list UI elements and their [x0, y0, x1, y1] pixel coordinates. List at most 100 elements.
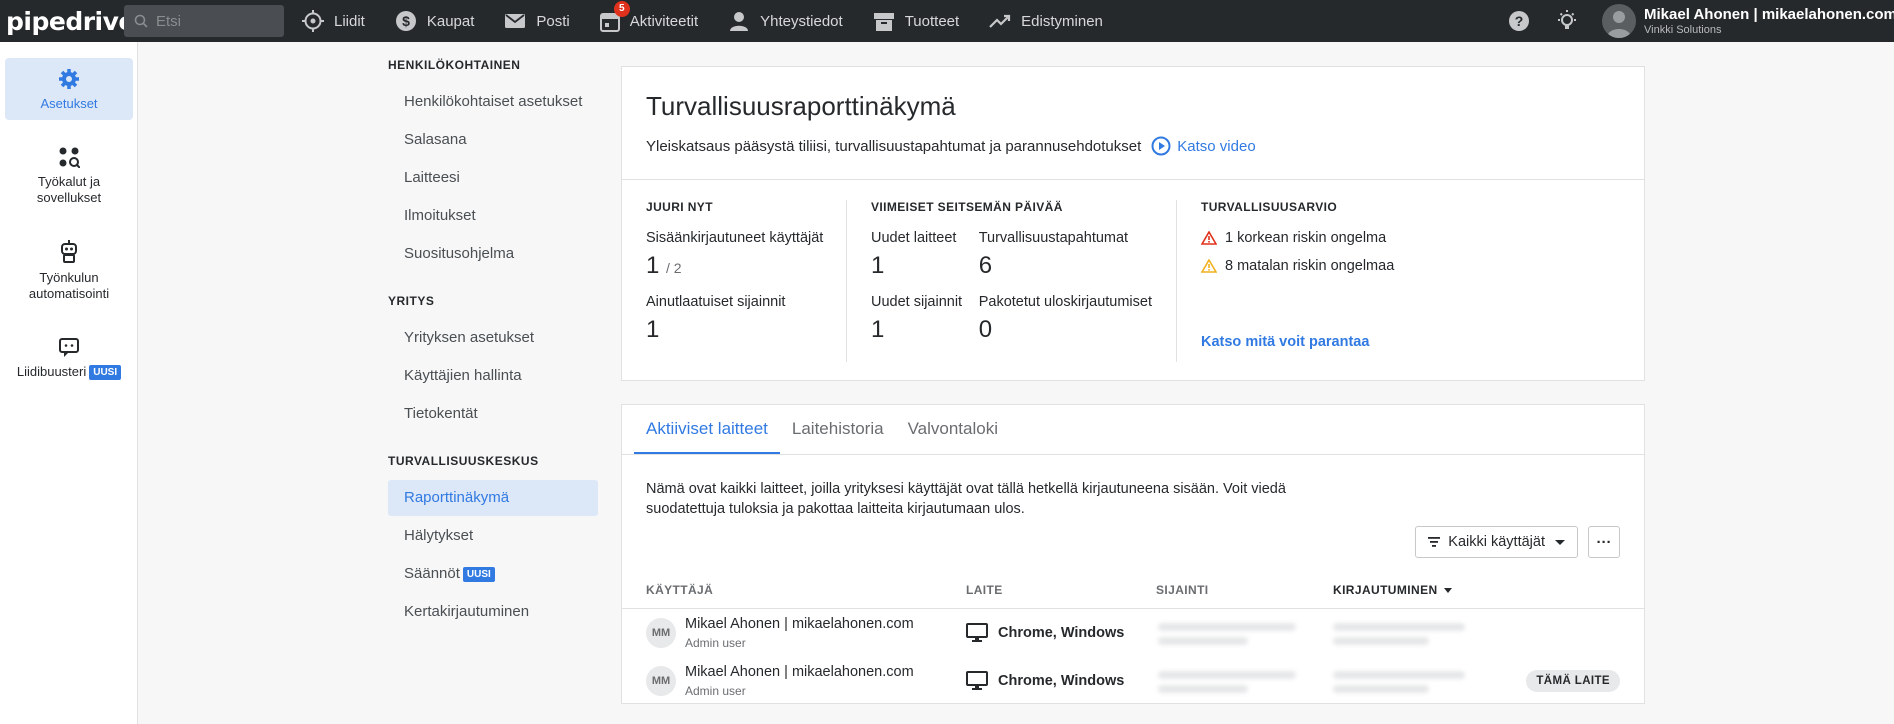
nav-progress[interactable]: Edistyminen — [989, 0, 1103, 42]
user-menu[interactable]: Mikael Ahonen | mikaelahonen.com Vinkki … — [1644, 6, 1894, 36]
user-filter-dropdown[interactable]: Kaikki käyttäjät — [1415, 526, 1578, 558]
menu-item-notifications[interactable]: Ilmoitukset — [388, 198, 598, 234]
rail-item-label: Työkalut ja sovellukset — [36, 174, 102, 205]
page-title: Turvallisuusraporttinäkymä — [646, 91, 956, 121]
low-risk-item[interactable]: 8 matalan riskin ongelmaa — [1201, 258, 1613, 274]
search-input[interactable]: Etsi — [124, 5, 284, 37]
chat-icon — [59, 338, 79, 357]
stat-label: Ainutlaatuiset sijainnit — [646, 294, 786, 310]
stat-label: Uudet sijainnit — [871, 294, 963, 310]
settings-menu: HENKILÖKOHTAINEN Henkilökohtaiset asetuk… — [388, 58, 598, 632]
nav-activities-label: Aktiviteetit — [629, 12, 699, 30]
column-user[interactable]: KÄYTTÄJÄ — [646, 583, 713, 597]
nav-activities[interactable]: 5 Aktiviteetit — [599, 0, 699, 42]
activities-badge: 5 — [613, 1, 630, 17]
stat-value: 6 — [978, 252, 993, 279]
stat-value: 0 — [978, 316, 993, 343]
warning-red-icon — [1201, 231, 1217, 245]
dollar-icon: $ — [395, 11, 416, 31]
rail-item-settings[interactable]: Asetukset — [5, 58, 133, 120]
stats-last-seven-days: VIIMEISET SEITSEMÄN PÄIVÄÄ Uudet laittee… — [847, 200, 1177, 362]
nav-leads-label: Liidit — [334, 12, 365, 30]
search-icon — [134, 14, 148, 28]
security-overview-card: Turvallisuusraporttinäkymä Yleiskatsaus … — [621, 66, 1645, 381]
stat-label: Sisäänkirjautuneet käyttäjät — [646, 230, 824, 246]
column-location[interactable]: SIJAINTI — [1156, 583, 1209, 597]
location-blurred — [1158, 637, 1248, 645]
table-row: MM Mikael Ahonen | mikaelahonen.com Admi… — [622, 657, 1644, 705]
nav-progress-label: Edistyminen — [1021, 12, 1103, 30]
menu-section-personal: HENKILÖKOHTAINEN — [388, 58, 521, 72]
menu-item-devices[interactable]: Laitteesi — [388, 160, 598, 196]
login-blurred — [1333, 685, 1429, 693]
security-rating: TURVALLISUUSARVIO 1 korkean riskin ongel… — [1177, 200, 1637, 380]
nav-products[interactable]: Tuotteet — [873, 0, 959, 42]
target-icon — [302, 10, 324, 32]
top-navigation-bar: pipedrive Etsi Liidit $ Kaupat Posti 5 A… — [0, 0, 1894, 42]
menu-item-personal-settings[interactable]: Henkilökohtaiset asetukset — [388, 84, 598, 120]
user-avatar[interactable] — [1602, 4, 1636, 38]
high-risk-item[interactable]: 1 korkean riskin ongelma — [1201, 230, 1613, 246]
rail-item-automation[interactable]: Työnkulun automatisointi — [5, 230, 133, 310]
menu-item-company-settings[interactable]: Yrityksen asetukset — [388, 320, 598, 356]
stat-value: 1 — [646, 316, 660, 343]
nav-deals[interactable]: $ Kaupat — [395, 0, 474, 42]
left-rail: Asetukset Työkalut ja sovellukset Työnku… — [0, 42, 138, 724]
avatar: MM — [646, 618, 676, 648]
sort-desc-icon — [1443, 588, 1452, 593]
rail-item-label: Asetukset — [40, 96, 98, 111]
menu-item-referral[interactable]: Suositusohjelma — [388, 236, 598, 272]
devices-description: Nämä ovat kaikki laitteet, joilla yrityk… — [646, 481, 1286, 517]
stat-total: / 2 — [666, 260, 682, 276]
device-cell: Chrome, Windows — [966, 623, 1124, 643]
stat-label: Turvallisuustapahtumat — [978, 230, 1129, 246]
improve-link[interactable]: Katso mitä voit parantaa — [1201, 334, 1613, 350]
help-icon[interactable]: ? — [1506, 8, 1532, 34]
watch-video-link[interactable]: Katso video — [1151, 136, 1256, 156]
nav-leads[interactable]: Liidit — [302, 0, 365, 42]
stats-heading: JUURI NYT — [646, 200, 713, 214]
menu-item-report-view[interactable]: Raporttinäkymä — [388, 480, 598, 516]
pipedrive-logo[interactable]: pipedrive — [6, 7, 135, 36]
nav-mail[interactable]: Posti — [504, 0, 570, 42]
table-row: MM Mikael Ahonen | mikaelahonen.com Admi… — [622, 609, 1644, 657]
stats-right-now: JUURI NYT Sisäänkirjautuneet käyttäjät 1… — [622, 200, 847, 362]
user-name: Mikael Ahonen | mikaelahonen.com — [685, 664, 914, 680]
tab-device-history[interactable]: Laitehistoria — [780, 405, 896, 454]
menu-item-sso[interactable]: Kertakirjautuminen — [388, 594, 598, 630]
monitor-icon — [966, 623, 988, 642]
avatar: MM — [646, 666, 676, 696]
location-blurred — [1158, 685, 1248, 693]
more-options-button[interactable]: ··· — [1588, 526, 1620, 558]
warning-yellow-icon — [1201, 259, 1217, 273]
rail-item-tools[interactable]: Työkalut ja sovellukset — [5, 136, 133, 214]
location-blurred — [1158, 671, 1296, 679]
user-company: Vinkki Solutions — [1644, 24, 1722, 36]
mail-icon — [505, 14, 526, 28]
menu-section-company: YRITYS — [388, 294, 435, 308]
monitor-icon — [966, 671, 988, 690]
nav-contacts[interactable]: Yhteystiedot — [728, 0, 843, 42]
stat-label: Uudet laitteet — [871, 230, 957, 246]
rail-item-label: Liidibuusteri — [16, 364, 87, 379]
tab-audit-log[interactable]: Valvontaloki — [896, 405, 1010, 454]
stats-heading: TURVALLISUUSARVIO — [1201, 200, 1338, 214]
lightbulb-icon[interactable] — [1554, 8, 1580, 34]
user-name: Mikael Ahonen | mikaelahonen.com — [1644, 6, 1894, 23]
menu-item-rules[interactable]: Säännöt UUSI — [388, 556, 598, 592]
stat-value: 1 — [646, 252, 660, 279]
column-device[interactable]: LAITE — [966, 583, 1003, 597]
tools-icon — [59, 147, 80, 168]
menu-item-user-management[interactable]: Käyttäjien hallinta — [388, 358, 598, 394]
box-icon — [873, 13, 894, 31]
column-login[interactable]: KIRJAUTUMINEN — [1333, 583, 1452, 597]
menu-item-data-fields[interactable]: Tietokentät — [388, 396, 598, 432]
rail-item-label: Työnkulun automatisointi — [28, 270, 110, 301]
devices-card: Aktiiviset laitteet Laitehistoria Valvon… — [621, 404, 1645, 704]
tab-active-devices[interactable]: Aktiiviset laitteet — [634, 405, 780, 454]
menu-item-password[interactable]: Salasana — [388, 122, 598, 158]
device-cell: Chrome, Windows — [966, 671, 1124, 691]
rail-item-leadbooster[interactable]: Liidibuusteri UUSI — [5, 326, 133, 388]
svg-text:$: $ — [402, 13, 410, 29]
menu-item-alerts[interactable]: Hälytykset — [388, 518, 598, 554]
